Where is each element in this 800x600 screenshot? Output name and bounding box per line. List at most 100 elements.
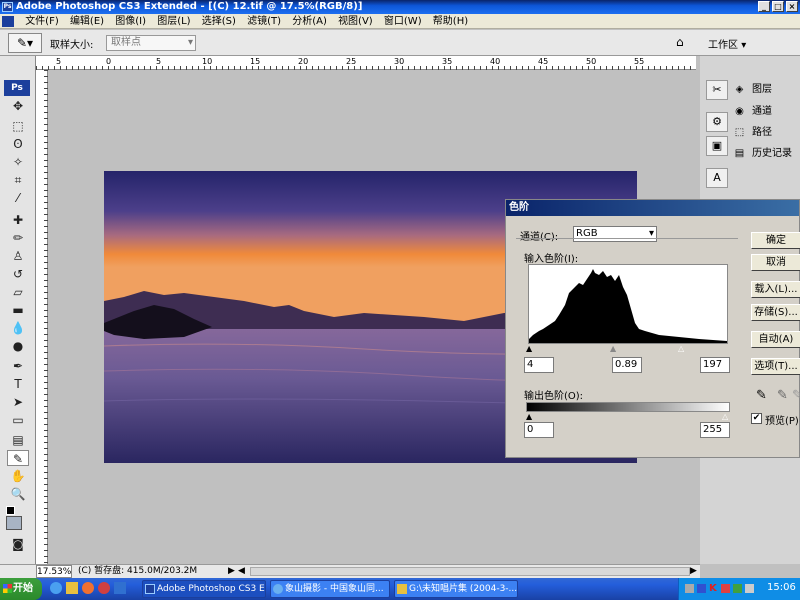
output-slider-track[interactable]: ▲ △ xyxy=(526,412,730,421)
scroll-right-icon[interactable]: ▶ xyxy=(690,565,697,578)
menu-image[interactable]: 图像(I) xyxy=(111,14,150,29)
foreground-color-swatch[interactable] xyxy=(6,516,22,530)
close-button[interactable]: × xyxy=(786,1,798,12)
output-black-slider[interactable]: ▲ xyxy=(526,412,532,421)
character-panel-icon[interactable]: A xyxy=(706,168,728,188)
black-eyedropper-icon[interactable]: ✎ xyxy=(756,388,767,403)
app-menu-icon[interactable] xyxy=(2,16,14,27)
taskbar-item-folder[interactable]: G:\未知唱片集 (2004-3-... xyxy=(394,580,518,598)
marquee-tool-icon[interactable]: ⬚ xyxy=(7,118,29,134)
eraser-tool-icon[interactable]: ▱ xyxy=(7,284,29,300)
white-point-slider[interactable]: △ xyxy=(678,344,684,353)
tray-volume-icon[interactable] xyxy=(745,584,754,593)
quicklaunch-app-icon[interactable] xyxy=(98,582,110,594)
output-white-slider[interactable]: △ xyxy=(722,412,728,421)
default-colors-icon[interactable] xyxy=(6,506,15,515)
pen-tool-icon[interactable]: ✒ xyxy=(7,358,29,374)
photoshop-logo-icon[interactable]: Ps xyxy=(4,80,30,96)
auto-button[interactable]: 自动(A) xyxy=(751,331,800,348)
menu-edit[interactable]: 编辑(E) xyxy=(66,14,108,29)
gradient-tool-icon[interactable]: ▬ xyxy=(7,302,29,318)
save-button[interactable]: 存储(S)... xyxy=(751,304,800,321)
panel-label: 通道 xyxy=(752,106,772,117)
horizontal-scrollbar[interactable] xyxy=(250,567,690,576)
window-title: Adobe Photoshop CS3 Extended - [(C) 12.t… xyxy=(16,1,363,12)
quicklaunch-desktop-icon[interactable] xyxy=(114,582,126,594)
tray-security-icon[interactable] xyxy=(721,584,730,593)
white-eyedropper-icon[interactable]: ✎ xyxy=(792,388,800,403)
output-black-field[interactable]: 0 xyxy=(524,422,554,438)
zoom-field[interactable]: 17.53% xyxy=(36,565,72,578)
menu-help[interactable]: 帮助(H) xyxy=(429,14,472,29)
minimize-button[interactable]: _ xyxy=(758,1,770,12)
start-button[interactable]: 开始 xyxy=(0,578,42,600)
bridge-icon[interactable]: ⌂ xyxy=(676,35,692,51)
panel-paths[interactable]: ⬚ 路径 xyxy=(730,123,772,143)
load-button[interactable]: 载入(L)... xyxy=(751,281,800,298)
input-black-field[interactable]: 4 xyxy=(524,357,554,373)
scroll-left-icon[interactable]: ◀ xyxy=(238,565,245,578)
scratch-disk-info[interactable]: (C) 暂存盘: 415.0M/203.2M xyxy=(78,565,197,578)
eyedropper-tool-preset-icon[interactable]: ✎▾ xyxy=(8,33,42,53)
clone-source-panel-icon[interactable]: ▣ xyxy=(706,136,728,156)
status-menu-arrow-icon[interactable]: ▶ xyxy=(228,565,235,578)
slice-tool-icon[interactable]: ⁄ xyxy=(7,190,29,206)
history-brush-tool-icon[interactable]: ↺ xyxy=(7,266,29,282)
ok-button[interactable]: 确定 xyxy=(751,232,800,249)
dodge-tool-icon[interactable]: ● xyxy=(7,338,29,354)
maximize-button[interactable]: □ xyxy=(772,1,784,12)
blur-tool-icon[interactable]: 💧 xyxy=(7,320,29,336)
panel-history[interactable]: ▤ 历史记录 xyxy=(730,144,792,164)
menu-analysis[interactable]: 分析(A) xyxy=(288,14,331,29)
input-gamma-field[interactable]: 0.89 xyxy=(612,357,642,373)
crop-tool-icon[interactable]: ⌗ xyxy=(7,172,29,188)
magic-wand-tool-icon[interactable]: ✧ xyxy=(7,154,29,170)
clock[interactable]: 15:06 xyxy=(767,582,796,593)
sample-size-select[interactable]: 取样点 ▾ xyxy=(106,35,196,51)
shape-tool-icon[interactable]: ▭ xyxy=(7,412,29,428)
menu-view[interactable]: 视图(V) xyxy=(334,14,377,29)
options-button[interactable]: 选项(T)... xyxy=(751,358,800,375)
quicklaunch-ie-icon[interactable] xyxy=(50,582,62,594)
brush-tool-icon[interactable]: ✏ xyxy=(7,230,29,246)
gray-eyedropper-icon[interactable]: ✎ xyxy=(777,388,788,403)
menu-select[interactable]: 选择(S) xyxy=(198,14,240,29)
preview-checkbox[interactable]: ✔ xyxy=(751,413,762,424)
notes-tool-icon[interactable]: ▤ xyxy=(7,432,29,448)
input-white-field[interactable]: 197 xyxy=(700,357,730,373)
zoom-tool-icon[interactable]: 🔍 xyxy=(7,486,29,502)
menu-file[interactable]: 文件(F) xyxy=(21,14,63,29)
quicklaunch-player-icon[interactable] xyxy=(82,582,94,594)
gamma-slider[interactable]: ▲ xyxy=(610,344,616,353)
tools-panel-icon[interactable]: ✂ xyxy=(706,80,728,100)
panel-channels[interactable]: ◉ 通道 xyxy=(730,102,772,122)
healing-brush-tool-icon[interactable]: ✚ xyxy=(7,212,29,228)
hand-tool-icon[interactable]: ✋ xyxy=(7,468,29,484)
tray-ime-icon[interactable] xyxy=(733,584,742,593)
type-tool-icon[interactable]: T xyxy=(7,376,29,392)
tray-antivirus-icon[interactable]: K xyxy=(709,583,717,594)
channel-select[interactable]: RGB ▾ xyxy=(573,226,657,242)
black-point-slider[interactable]: ▲ xyxy=(526,344,532,353)
panel-layers[interactable]: ◈ 图层 xyxy=(730,80,772,100)
lasso-tool-icon[interactable]: ʘ xyxy=(7,136,29,152)
ruler-label: 5 xyxy=(56,57,62,66)
workspace-button[interactable]: 工作区 ▾ xyxy=(708,36,746,51)
cancel-button[interactable]: 取消 xyxy=(751,254,800,271)
brushes-panel-icon[interactable]: ⚙ xyxy=(706,112,728,132)
eyedropper-tool-icon[interactable]: ✎ xyxy=(7,450,29,466)
tray-app-icon[interactable] xyxy=(697,584,706,593)
tray-network-icon[interactable] xyxy=(685,584,694,593)
path-selection-tool-icon[interactable]: ➤ xyxy=(7,394,29,410)
input-slider-track[interactable]: ▲ ▲ △ xyxy=(526,344,726,353)
output-white-field[interactable]: 255 xyxy=(700,422,730,438)
menu-filter[interactable]: 滤镜(T) xyxy=(243,14,285,29)
quick-mask-icon[interactable]: ◙ xyxy=(7,536,29,552)
quicklaunch-folder-icon[interactable] xyxy=(66,582,78,594)
menu-window[interactable]: 窗口(W) xyxy=(380,14,426,29)
taskbar-item-browser[interactable]: 象山摄影 - 中国象山同... xyxy=(270,580,390,598)
move-tool-icon[interactable]: ✥ xyxy=(7,98,29,114)
clone-stamp-tool-icon[interactable]: ♙ xyxy=(7,248,29,264)
menu-layer[interactable]: 图层(L) xyxy=(153,14,194,29)
taskbar-item-photoshop[interactable]: Adobe Photoshop CS3 E... xyxy=(142,580,266,598)
